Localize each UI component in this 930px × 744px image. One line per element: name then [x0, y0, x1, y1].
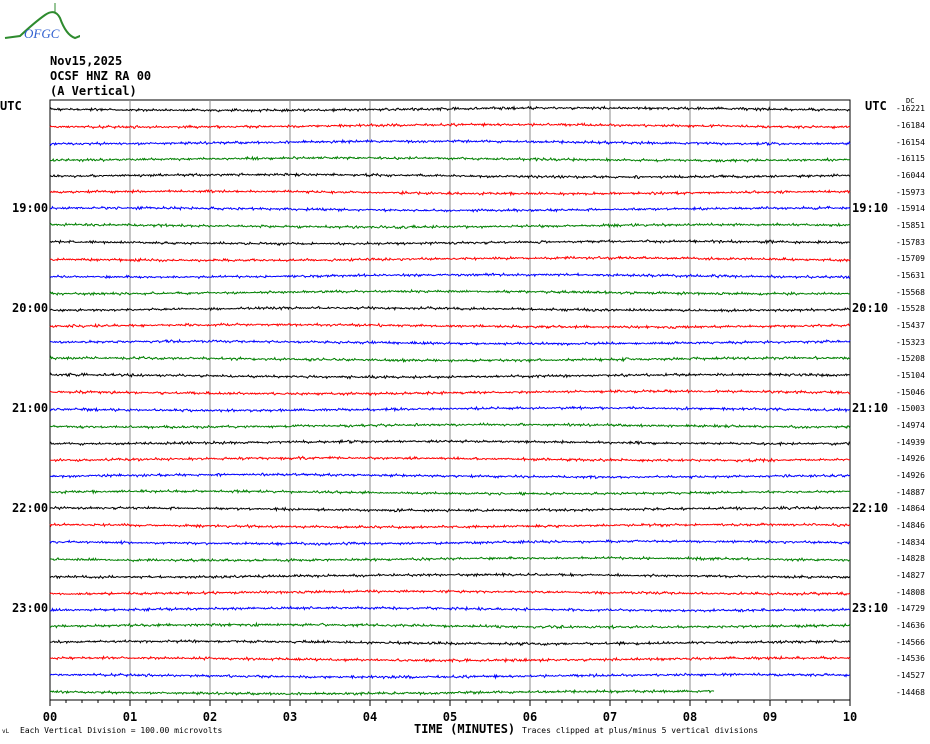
- dc-offset-label: -15851: [896, 220, 925, 230]
- dc-offset-label: -14974: [896, 420, 925, 430]
- right-time-label: 23:10: [852, 601, 889, 616]
- dc-offset-label: -14926: [896, 470, 925, 480]
- left-time-label: 23:00: [12, 601, 49, 616]
- x-tick-label: 04: [363, 710, 377, 724]
- dc-offset-label: -15631: [896, 270, 925, 280]
- left-time-label: 21:00: [12, 401, 49, 416]
- dc-offset-label: -14729: [896, 604, 925, 614]
- left-time-label: 22:00: [12, 501, 49, 516]
- dc-offset-label: -14846: [896, 520, 925, 530]
- dc-offset-label: -14536: [896, 654, 925, 664]
- x-axis-title: TIME (MINUTES): [414, 722, 516, 736]
- dc-offset-label: -14636: [896, 620, 925, 630]
- dc-offset-label: -15528: [896, 304, 925, 314]
- right-time-label: 19:10: [852, 201, 889, 216]
- dc-offset-label: -15208: [896, 354, 925, 364]
- dc-offset-label: -14527: [896, 670, 925, 680]
- dc-offset-label: -14939: [896, 437, 925, 447]
- x-tick-label: 08: [683, 710, 697, 724]
- x-tick-label: 03: [283, 710, 297, 724]
- dc-offset-label: -15437: [896, 320, 925, 330]
- left-time-label: 19:00: [12, 201, 49, 216]
- dc-offset-label: -14926: [896, 454, 925, 464]
- dc-offset-label: -14827: [896, 570, 925, 580]
- dc-offset-label: -16115: [896, 154, 925, 164]
- dc-offset-label: -16154: [896, 137, 925, 147]
- scale-note: Each Vertical Division = 100.00 microvol…: [20, 726, 223, 735]
- helicorder-plot: 00 01 02 03 04 05 06 07 08 09 10: [43, 99, 857, 724]
- left-time-label: 20:00: [12, 301, 49, 316]
- dc-offset-label: -14468: [896, 687, 925, 697]
- dc-offset-label: -14828: [896, 554, 925, 564]
- dc-offset-label: -16184: [896, 120, 925, 130]
- dc-offset-label: -14808: [896, 587, 925, 597]
- corner-mark: vL: [2, 728, 10, 735]
- dc-offset-label: -14566: [896, 637, 925, 647]
- dc-offset-label: -15709: [896, 254, 925, 264]
- x-tick-label: 10: [843, 710, 857, 724]
- x-tick-label: 09: [763, 710, 777, 724]
- dc-offset-label: -15323: [896, 337, 925, 347]
- dc-offset-label: -15973: [896, 187, 925, 197]
- dc-offset-label: -15046: [896, 387, 925, 397]
- dc-offset-label: -15783: [896, 237, 925, 247]
- x-tick-label: 06: [523, 710, 537, 724]
- right-time-label: 22:10: [852, 501, 889, 516]
- right-time-label: 21:10: [852, 401, 889, 416]
- x-tick-label: 02: [203, 710, 217, 724]
- dc-offset-label: -15003: [896, 404, 925, 414]
- dc-offset-label: -16044: [896, 170, 925, 180]
- x-tick-label: 07: [603, 710, 617, 724]
- dc-offset-label: -15914: [896, 204, 925, 214]
- right-time-label: 20:10: [852, 301, 889, 316]
- clip-note: Traces clipped at plus/minus 5 vertical …: [522, 726, 759, 735]
- dc-offset-label: -15104: [896, 370, 925, 380]
- dc-offset-label: -14887: [896, 487, 925, 497]
- trace-row-35: [49, 688, 715, 697]
- dc-offset-label: -15568: [896, 287, 925, 297]
- dc-offset-label: -14834: [896, 537, 925, 547]
- x-tick-label: 00: [43, 710, 57, 724]
- x-tick-label: 01: [123, 710, 137, 724]
- dc-offset-label: -14864: [896, 504, 925, 514]
- dc-offset-label: -16221: [896, 104, 925, 114]
